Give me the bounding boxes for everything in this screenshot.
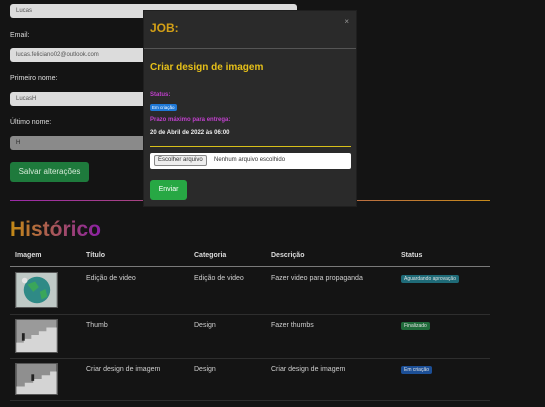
email-label: Email: [10, 32, 30, 39]
row-description: Criar design de imagem [271, 366, 346, 373]
row-divider [10, 400, 490, 401]
history-title: Histórico [10, 218, 102, 241]
job-modal: JOB: × Criar design de imagem Status: Em… [143, 10, 357, 207]
firstname-label: Primeiro nome: [10, 75, 58, 82]
file-input[interactable]: Escolher arquivo Nenhum arquivo escolhid… [150, 153, 351, 169]
file-status-text: Nenhum arquivo escolhido [214, 157, 286, 163]
status-badge: Em criação [150, 104, 177, 111]
row-description: Fazer thumbs [271, 322, 314, 329]
modal-title: JOB: [150, 21, 179, 35]
deadline-value: 20 de Abril de 2022 às 06:00 [150, 130, 230, 136]
row-title: Criar design de imagem [86, 366, 161, 373]
row-category: Design [194, 322, 216, 329]
lastname-label: Último nome: [10, 119, 52, 126]
modal-accent-line [150, 146, 351, 147]
close-icon[interactable]: × [344, 17, 349, 26]
row-title: Thumb [86, 322, 108, 329]
row-divider [10, 314, 490, 315]
row-title: Edição de video [86, 275, 136, 282]
job-name: Criar design de imagem [150, 62, 264, 73]
deadline-label: Prazo máximo para entrega: [150, 117, 231, 123]
status-badge: Finalizado [401, 322, 430, 330]
row-divider [10, 358, 490, 359]
thumbnail-image [15, 272, 58, 308]
thumbnail-image [15, 319, 58, 353]
row-category: Edição de video [194, 275, 244, 282]
row-description: Fazer video para propaganda [271, 275, 363, 282]
modal-divider [144, 48, 356, 49]
col-header-image: Imagem [15, 252, 42, 259]
col-header-status: Status [401, 252, 423, 259]
status-badge: Em criação [401, 366, 433, 374]
status-badge: Aguardando aprovação [401, 275, 459, 283]
col-header-category: Categoria [194, 252, 227, 259]
status-label: Status: [150, 92, 171, 98]
col-header-title: Título [86, 252, 106, 259]
save-changes-button[interactable]: Salvar alterações [10, 162, 89, 182]
send-button[interactable]: Enviar [150, 180, 187, 200]
thumbnail-image [15, 363, 58, 395]
table-header-divider [10, 266, 490, 267]
row-category: Design [194, 366, 216, 373]
choose-file-button[interactable]: Escolher arquivo [154, 155, 207, 166]
col-header-description: Descrição [271, 252, 305, 259]
